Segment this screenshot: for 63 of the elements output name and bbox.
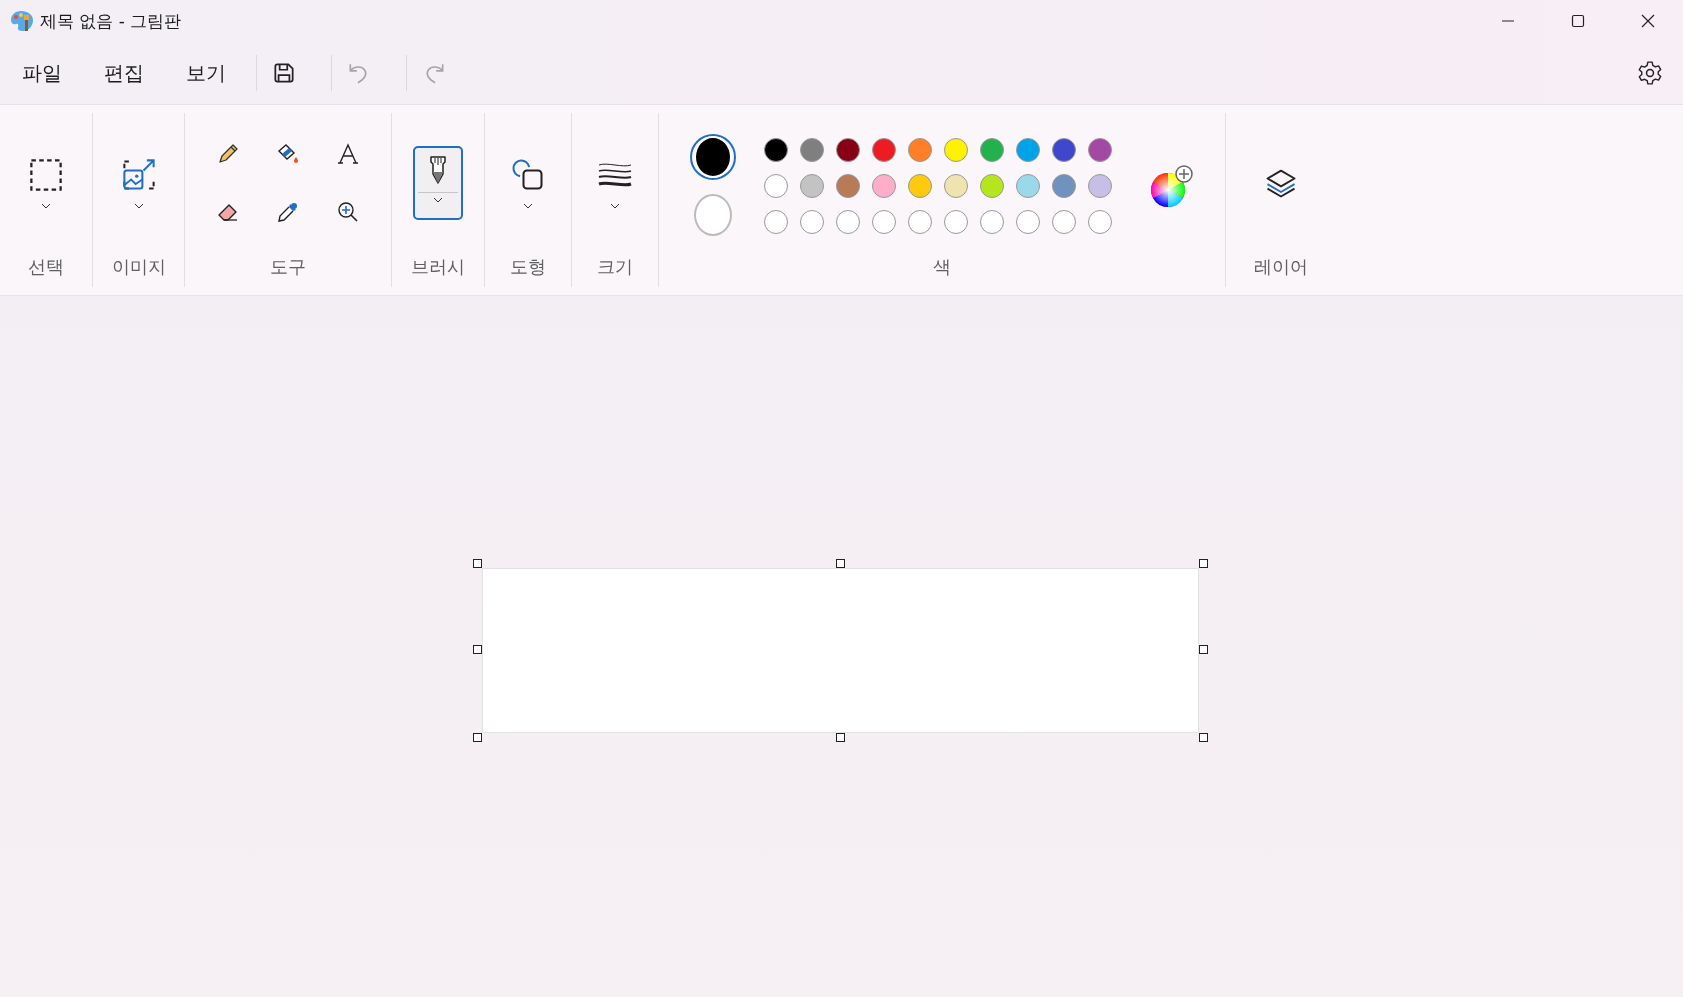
chevron-down-icon: [433, 197, 443, 203]
empty-color-slot[interactable]: [836, 210, 860, 234]
shapes-icon: [510, 157, 546, 193]
color-swatch[interactable]: [836, 138, 860, 162]
chevron-down-icon: [133, 203, 144, 209]
paint-palette-icon: [10, 9, 34, 33]
image-resize-icon: [120, 157, 157, 193]
group-label: 레이어: [1254, 255, 1308, 279]
color-swatch[interactable]: [944, 174, 968, 198]
color-swatch[interactable]: [944, 138, 968, 162]
resize-handle[interactable]: [1199, 645, 1208, 654]
empty-color-slot[interactable]: [1016, 210, 1040, 234]
empty-color-slot[interactable]: [944, 210, 968, 234]
resize-handle[interactable]: [836, 559, 845, 568]
menu-item[interactable]: 보기: [174, 51, 238, 95]
color-swatch[interactable]: [1016, 138, 1040, 162]
color-swatch[interactable]: [800, 138, 824, 162]
menu-item[interactable]: 편집: [92, 51, 156, 95]
brush-button[interactable]: [413, 146, 463, 220]
window-title: 제목 없음 - 그림판: [40, 9, 182, 33]
group-label: 크기: [597, 255, 633, 279]
empty-color-slot[interactable]: [764, 210, 788, 234]
resize-handle[interactable]: [473, 645, 482, 654]
color-swatch[interactable]: [1052, 174, 1076, 198]
menu-item[interactable]: 파일: [10, 51, 74, 95]
color-swatch[interactable]: [1052, 138, 1076, 162]
group-label: 브러시: [411, 255, 465, 279]
save-icon[interactable]: [271, 60, 297, 86]
color-swatch[interactable]: [872, 138, 896, 162]
color-swatch[interactable]: [836, 174, 860, 198]
empty-color-slot[interactable]: [980, 210, 1004, 234]
group-label: 도구: [270, 255, 306, 279]
color-swatch[interactable]: [908, 174, 932, 198]
chevron-down-icon: [523, 203, 533, 209]
color-swatch[interactable]: [764, 138, 788, 162]
group-label: 선택: [28, 255, 64, 279]
dashed-rectangle-icon: [28, 157, 64, 193]
empty-color-slot[interactable]: [872, 210, 896, 234]
color-swatch[interactable]: [980, 174, 1004, 198]
group-label: 이미지: [111, 255, 166, 279]
color-swatch[interactable]: [1016, 174, 1040, 198]
empty-color-slot[interactable]: [1088, 210, 1112, 234]
color-wheel-icon[interactable]: [1150, 164, 1194, 208]
color-swatch[interactable]: [1088, 174, 1112, 198]
color-swatch[interactable]: [980, 138, 1004, 162]
resize-handle[interactable]: [1199, 733, 1208, 742]
chevron-down-icon: [41, 203, 51, 209]
chevron-down-icon: [610, 203, 620, 209]
color-swatch[interactable]: [764, 174, 788, 198]
resize-handle[interactable]: [1199, 559, 1208, 568]
resize-handle[interactable]: [473, 559, 482, 568]
color-swatch[interactable]: [1088, 138, 1112, 162]
empty-color-slot[interactable]: [908, 210, 932, 234]
color-swatch[interactable]: [908, 138, 932, 162]
group-label: 색: [933, 255, 951, 279]
settings-icon[interactable]: [1637, 60, 1663, 86]
color-swatch[interactable]: [800, 174, 824, 198]
group-label: 도형: [510, 255, 546, 279]
empty-color-slot[interactable]: [1052, 210, 1076, 234]
empty-color-slot[interactable]: [800, 210, 824, 234]
color-swatch[interactable]: [872, 174, 896, 198]
resize-handle[interactable]: [473, 733, 482, 742]
resize-handle[interactable]: [836, 733, 845, 742]
